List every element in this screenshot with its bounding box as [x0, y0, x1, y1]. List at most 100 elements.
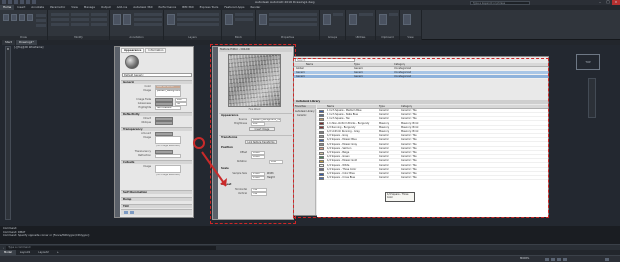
transparency-image-slot[interactable] — [155, 136, 181, 144]
open-browser-icon[interactable] — [130, 211, 134, 214]
rectangle-tool[interactable] — [36, 14, 46, 17]
fillet-tool[interactable] — [91, 18, 107, 21]
stretch-tool[interactable] — [51, 23, 69, 26]
trim-tool[interactable] — [91, 13, 107, 16]
arc-tool-icon[interactable] — [27, 14, 33, 21]
palette-strip[interactable] — [5, 46, 11, 220]
command-input[interactable]: Type a command — [6, 245, 217, 250]
edit-block[interactable] — [235, 18, 253, 21]
match-properties-icon[interactable] — [259, 14, 267, 25]
save-icon[interactable] — [20, 0, 24, 4]
leader-tool[interactable] — [134, 13, 162, 16]
translucency-slider[interactable] — [155, 150, 173, 154]
copy-clip[interactable] — [389, 13, 398, 16]
polyline-tool-icon[interactable] — [11, 14, 17, 21]
rotate-tool[interactable] — [71, 13, 89, 16]
circle-tool-icon[interactable] — [19, 14, 25, 21]
panel-utilities: Utilities — [346, 10, 376, 40]
section-tint[interactable]: Tint — [121, 204, 192, 208]
model-space-toggle[interactable]: MODEL — [520, 257, 529, 260]
tab-information[interactable]: Information — [145, 48, 167, 53]
annotation-style-select[interactable] — [134, 23, 162, 26]
insert-block-icon[interactable] — [225, 14, 233, 25]
section-reflectivity[interactable]: Reflectivity — [121, 112, 192, 116]
refraction-select[interactable] — [155, 154, 181, 158]
copy-tool[interactable] — [51, 18, 69, 21]
viewcube[interactable]: TOP — [576, 54, 600, 70]
open-icon[interactable] — [14, 0, 18, 4]
ungroup-tool[interactable] — [333, 13, 343, 16]
customization-icon[interactable] — [605, 257, 609, 261]
palette-title-strip[interactable] — [115, 47, 120, 217]
callout-arrow — [201, 151, 227, 187]
material-preview-swatch[interactable] — [125, 55, 139, 69]
scale-tool[interactable] — [71, 23, 89, 26]
close-icon[interactable]: × — [5, 46, 11, 52]
panel-draw: Draw — [0, 10, 48, 40]
image-fade-slider[interactable] — [155, 98, 173, 102]
app-menu-icon[interactable] — [2, 0, 6, 4]
base-view-icon[interactable] — [403, 14, 411, 25]
color-select[interactable] — [269, 13, 317, 16]
refraction-row: Refraction — [123, 154, 191, 158]
amount-slider[interactable] — [155, 132, 173, 136]
ortho-icon[interactable] — [557, 257, 561, 261]
linetype-select[interactable] — [269, 23, 317, 26]
material-editor-toolbar — [121, 209, 192, 215]
section-generic[interactable]: Generic — [121, 80, 192, 84]
create-material-icon[interactable] — [124, 211, 128, 214]
cutouts-image-slot[interactable] — [155, 165, 181, 173]
snap-icon[interactable] — [551, 257, 555, 261]
section-transparency[interactable]: Transparency — [121, 127, 192, 131]
section-bump[interactable]: Bump — [121, 197, 192, 201]
help-search-input[interactable]: Type a keyword or phrase — [470, 0, 530, 5]
panel-block: Block — [222, 10, 256, 40]
measure-icon[interactable] — [349, 14, 357, 25]
move-tool[interactable] — [51, 13, 69, 16]
direct-slider[interactable] — [155, 117, 173, 121]
paste-icon[interactable] — [379, 14, 387, 25]
section-cutouts[interactable]: Cutouts — [121, 160, 192, 164]
highlights-label: Highlights — [138, 106, 151, 109]
polar-icon[interactable] — [563, 257, 567, 261]
quick-select[interactable] — [359, 13, 373, 16]
panel-properties: Properties — [256, 10, 320, 40]
hatch-tool[interactable] — [36, 19, 46, 22]
tab-appearance[interactable]: Appearance — [121, 48, 145, 53]
layer-tools[interactable] — [177, 18, 219, 21]
text-tool-icon[interactable] — [113, 14, 121, 25]
create-block[interactable] — [235, 13, 253, 16]
color-value[interactable]: RGB 80 80 80 — [155, 85, 181, 89]
glossiness-slider[interactable] — [155, 102, 173, 106]
redo-icon[interactable] — [32, 0, 36, 4]
oblique-slider[interactable] — [155, 121, 173, 125]
image-value[interactable]: pattern_background_normal.jpg — [155, 89, 181, 97]
section-self-illumination[interactable]: Self Illumination — [121, 190, 192, 194]
mirror-tool[interactable] — [71, 18, 89, 21]
image-label: Image — [143, 136, 151, 139]
highlights-select[interactable]: Non-Metallic — [155, 106, 181, 110]
dimension-tool-icon[interactable] — [123, 14, 131, 25]
image-fade-value[interactable]: 100 — [175, 98, 187, 102]
grid-icon[interactable] — [545, 257, 549, 261]
status-bar: MODEL — [0, 255, 620, 262]
line-tool-icon[interactable] — [3, 14, 9, 21]
table-tool[interactable] — [134, 18, 162, 21]
oblique-row: Oblique — [123, 121, 191, 125]
history-line: Command: Specify opposite corner or [Fen… — [3, 234, 90, 238]
gradient-tool[interactable] — [36, 24, 46, 27]
material-name-field[interactable]: Default Generic — [122, 73, 192, 77]
layer-properties-icon[interactable] — [167, 14, 175, 25]
undo-icon[interactable] — [26, 0, 30, 4]
glossiness-value[interactable]: 50 — [175, 102, 187, 106]
navigation-bar[interactable] — [588, 78, 596, 118]
highlight-box — [210, 44, 296, 224]
tooltip-line: Color — [387, 195, 393, 199]
layer-tools-2[interactable] — [177, 23, 219, 26]
group-icon[interactable] — [323, 14, 331, 25]
layer-select[interactable] — [177, 13, 219, 16]
new-icon[interactable] — [8, 0, 12, 4]
lineweight-select[interactable] — [269, 18, 317, 21]
array-tool[interactable] — [91, 23, 107, 26]
viewport-label[interactable]: [-][Top][2D Wireframe] — [14, 46, 43, 49]
